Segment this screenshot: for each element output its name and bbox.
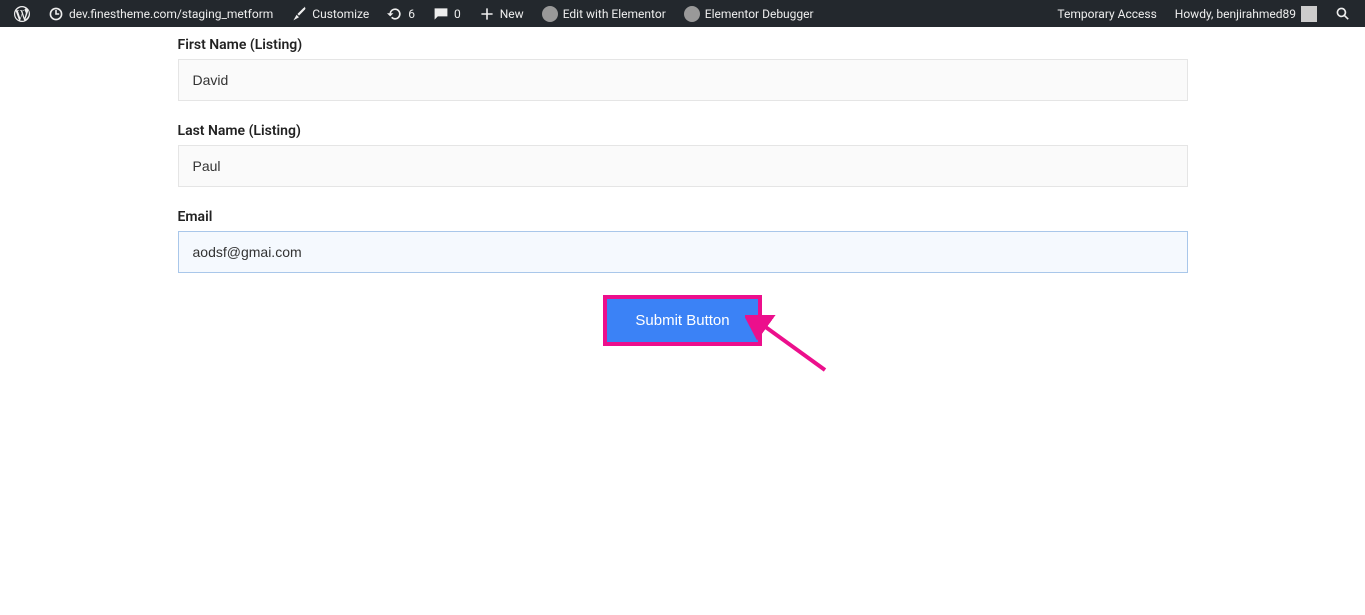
elementor-debugger-link[interactable]: Elementor Debugger	[676, 0, 822, 27]
elementor-debugger-text: Elementor Debugger	[705, 7, 814, 21]
site-name-link[interactable]: dev.finestheme.com/staging_metform	[40, 0, 281, 27]
updates-count: 6	[408, 7, 415, 21]
dashboard-icon	[48, 6, 64, 22]
account-link[interactable]: Howdy, benjirahmed89	[1167, 0, 1325, 27]
email-label: Email	[178, 209, 1188, 225]
last-name-label: Last Name (Listing)	[178, 123, 1188, 139]
email-input[interactable]	[178, 231, 1188, 273]
temp-access-text: Temporary Access	[1057, 7, 1156, 21]
wordpress-icon	[14, 6, 30, 22]
update-icon	[387, 6, 403, 22]
brush-icon	[291, 6, 307, 22]
plus-icon	[479, 6, 495, 22]
comment-icon	[433, 6, 449, 22]
new-link[interactable]: New	[471, 0, 532, 27]
last-name-group: Last Name (Listing)	[178, 123, 1188, 187]
comments-count: 0	[454, 7, 461, 21]
search-toggle[interactable]	[1327, 0, 1359, 27]
form-content: First Name (Listing) Last Name (Listing)…	[178, 27, 1188, 346]
first-name-label: First Name (Listing)	[178, 37, 1188, 53]
first-name-group: First Name (Listing)	[178, 37, 1188, 101]
updates-link[interactable]: 6	[379, 0, 423, 27]
elementor-icon	[542, 6, 558, 22]
info-icon	[684, 6, 700, 22]
site-name-text: dev.finestheme.com/staging_metform	[69, 7, 273, 21]
avatar	[1301, 6, 1317, 22]
email-group: Email	[178, 209, 1188, 273]
customize-link[interactable]: Customize	[283, 0, 377, 27]
wp-logo[interactable]	[6, 0, 38, 27]
edit-elementor-link[interactable]: Edit with Elementor	[534, 0, 674, 27]
customize-text: Customize	[312, 7, 369, 21]
temporary-access-link[interactable]: Temporary Access	[1049, 0, 1164, 27]
howdy-text: Howdy, benjirahmed89	[1175, 7, 1296, 21]
comments-link[interactable]: 0	[425, 0, 469, 27]
submit-button[interactable]: Submit Button	[603, 295, 761, 346]
wp-admin-bar: dev.finestheme.com/staging_metform Custo…	[0, 0, 1365, 27]
admin-bar-left: dev.finestheme.com/staging_metform Custo…	[6, 0, 822, 27]
new-text: New	[500, 7, 524, 21]
last-name-input[interactable]	[178, 145, 1188, 187]
submit-wrap: Submit Button	[178, 295, 1188, 346]
edit-elementor-text: Edit with Elementor	[563, 7, 666, 21]
search-icon	[1335, 6, 1351, 22]
admin-bar-right: Temporary Access Howdy, benjirahmed89	[1049, 0, 1359, 27]
first-name-input[interactable]	[178, 59, 1188, 101]
